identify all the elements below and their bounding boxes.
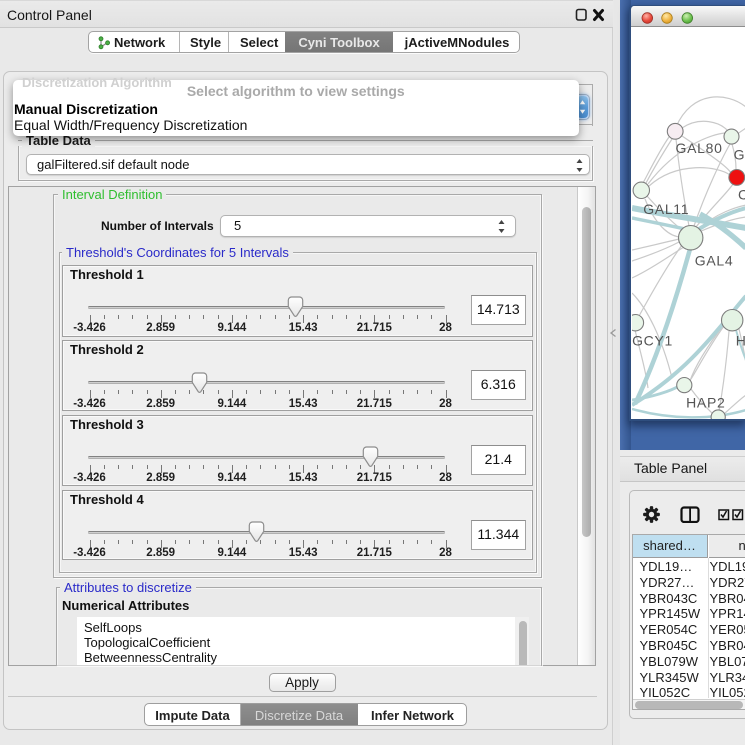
svg-text:GCY1: GCY1 bbox=[632, 332, 673, 348]
svg-text:CDC36: CDC36 bbox=[738, 186, 745, 202]
svg-text:HAP2: HAP2 bbox=[686, 394, 725, 410]
svg-text:GAL3: GAL3 bbox=[734, 146, 745, 162]
svg-text:HAP4: HAP4 bbox=[736, 332, 745, 348]
svg-text:GAL4: GAL4 bbox=[695, 252, 734, 268]
svg-text:GAL80: GAL80 bbox=[676, 139, 723, 155]
svg-text:GAL11: GAL11 bbox=[643, 201, 689, 217]
